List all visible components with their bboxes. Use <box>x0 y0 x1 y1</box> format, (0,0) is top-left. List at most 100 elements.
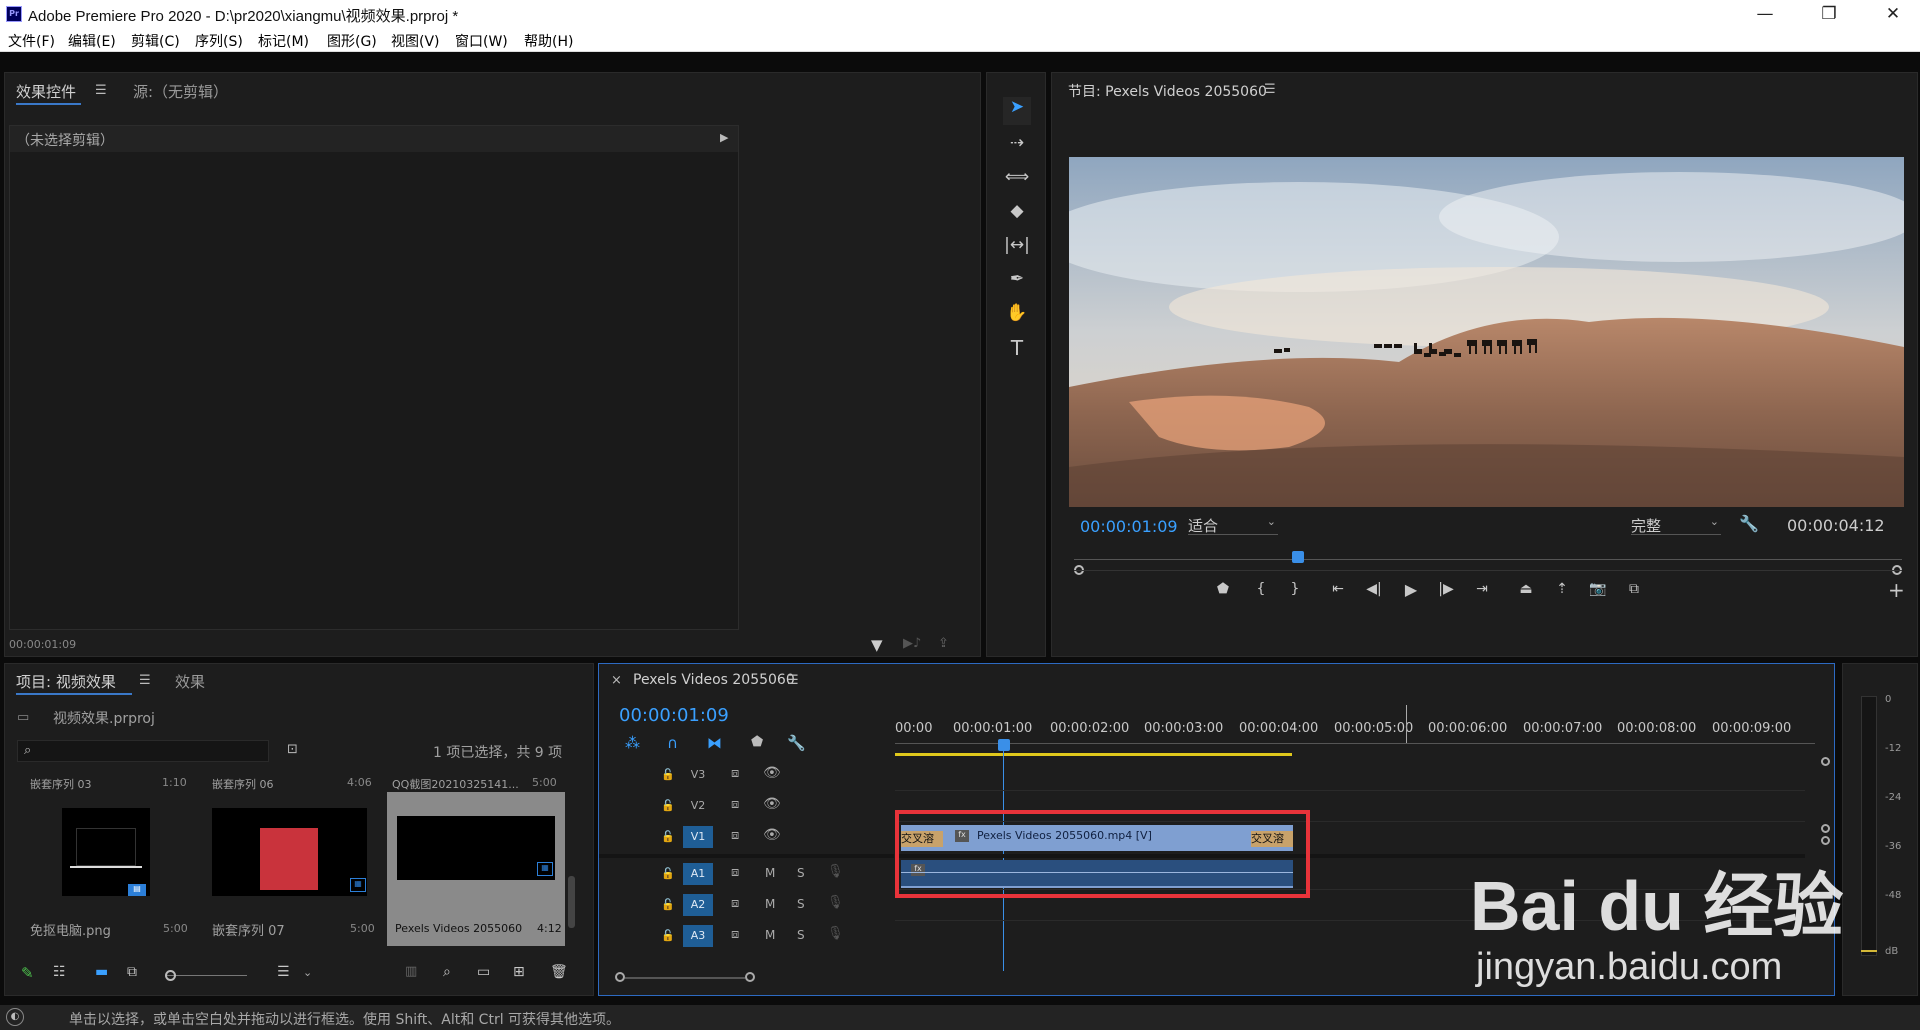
microphone-icon[interactable]: 🎙 <box>827 864 844 879</box>
track-target-label[interactable]: V2 <box>683 795 713 817</box>
solo-button[interactable]: S <box>797 928 805 942</box>
go-to-in-icon[interactable]: ⇤ <box>1326 581 1350 597</box>
v-scroll-handle-top[interactable] <box>1821 757 1830 766</box>
menu-sequence[interactable]: 序列(S) <box>195 31 243 51</box>
expand-triangle-icon[interactable]: ▶ <box>720 131 728 144</box>
microphone-icon[interactable]: 🎙 <box>827 926 844 941</box>
microphone-icon[interactable]: 🎙 <box>827 895 844 910</box>
sync-lock-icon[interactable]: ⧈ <box>731 797 739 812</box>
step-back-icon[interactable]: ◀| <box>1362 581 1386 597</box>
snap-magnet-icon[interactable]: ∩ <box>667 734 678 752</box>
add-marker-icon[interactable]: ⬟ <box>1212 581 1234 597</box>
slip-icon[interactable]: |↔| <box>1003 235 1031 255</box>
freeform-view-icon[interactable]: ⧉ <box>127 964 137 980</box>
eye-icon[interactable]: 👁 <box>763 765 781 781</box>
project-item-selected[interactable]: ▦ Pexels Videos 2055060 4:12 <box>387 792 565 946</box>
panel-menu-icon[interactable]: ☰ <box>95 83 107 98</box>
mute-button[interactable]: M <box>765 866 775 880</box>
add-marker-icon[interactable]: ⬟ <box>751 734 763 750</box>
mark-in-button[interactable]: { <box>1250 581 1272 597</box>
eye-icon[interactable]: 👁 <box>763 827 781 843</box>
sync-lock-icon[interactable]: ⧈ <box>731 896 739 911</box>
mute-button[interactable]: M <box>765 928 775 942</box>
lock-icon[interactable]: 🔓 <box>661 898 675 911</box>
track-target-label[interactable]: V3 <box>683 764 713 786</box>
sync-lock-icon[interactable]: ⧈ <box>731 766 739 781</box>
lock-icon[interactable]: 🔓 <box>661 867 675 880</box>
export-icon[interactable]: ⇪ <box>938 636 949 651</box>
video-audio-divider[interactable] <box>599 854 894 858</box>
project-item[interactable]: ▦ 嵌套序列 07 5:00 <box>202 796 382 946</box>
v-scroll-handle-mid[interactable] <box>1821 824 1830 833</box>
tab-effect-controls[interactable]: 效果控件 <box>16 81 76 102</box>
program-timecode[interactable]: 00:00:01:09 <box>1080 517 1178 536</box>
zoom-fit-select[interactable]: 适合 ⌄ <box>1188 515 1278 535</box>
lock-icon[interactable]: 🔓 <box>661 830 675 843</box>
sync-lock-icon[interactable]: ⧈ <box>731 865 739 880</box>
lock-icon[interactable]: 🔓 <box>661 768 675 781</box>
settings-wrench-icon[interactable]: 🔧 <box>1739 514 1759 533</box>
zoom-slider[interactable] <box>165 975 247 976</box>
menu-window[interactable]: 窗口(W) <box>455 31 508 51</box>
tab-effects[interactable]: 效果 <box>175 671 205 692</box>
project-search-input[interactable]: ⌕ <box>17 740 269 762</box>
track-target-label[interactable]: A3 <box>683 925 713 947</box>
pen-icon[interactable]: ✒ <box>1003 269 1031 289</box>
program-video-frame[interactable] <box>1069 157 1904 507</box>
project-menu-icon[interactable]: ☰ <box>139 673 151 688</box>
sync-lock-icon[interactable]: ⧈ <box>731 828 739 843</box>
track-target-label[interactable]: A2 <box>683 894 713 916</box>
minimize-button[interactable]: — <box>1742 0 1788 28</box>
automate-icon[interactable]: ▥ <box>405 964 417 979</box>
track-target-label[interactable]: A1 <box>683 863 713 885</box>
solo-button[interactable]: S <box>797 897 805 911</box>
track-select-icon[interactable]: ⇢ <box>1003 133 1031 153</box>
hand-icon[interactable]: ✋ <box>1003 303 1031 323</box>
program-menu-icon[interactable]: ☰ <box>1264 82 1276 97</box>
play-audio-icon[interactable]: ▶♪ <box>903 636 921 651</box>
timeline-ruler[interactable]: 00:00 00:00:01:00 00:00:02:00 00:00:03:0… <box>895 705 1815 749</box>
new-bin-icon[interactable]: ▭ <box>477 964 490 980</box>
chevron-down-icon[interactable]: ⌄ <box>303 966 312 979</box>
menu-marker[interactable]: 标记(M) <box>258 31 309 51</box>
project-scrollbar[interactable] <box>568 876 575 928</box>
selection-tool-icon[interactable]: ➤ <box>1003 97 1031 125</box>
find-icon[interactable]: ⌕ <box>443 964 451 980</box>
mute-button[interactable]: M <box>765 897 775 911</box>
lock-icon[interactable]: 🔓 <box>661 799 675 812</box>
pencil-icon[interactable]: ✎ <box>21 964 34 982</box>
eye-icon[interactable]: 👁 <box>763 796 781 812</box>
close-button[interactable]: ✕ <box>1870 0 1916 28</box>
zoom-bar-right-handle[interactable] <box>745 972 755 982</box>
extract-icon[interactable]: ⇡ <box>1550 581 1574 597</box>
timeline-zoom-bar[interactable] <box>615 972 765 984</box>
lock-icon[interactable]: 🔓 <box>661 929 675 942</box>
maximize-button[interactable]: ❐ <box>1806 0 1852 28</box>
add-button-icon[interactable]: + <box>1888 578 1905 602</box>
track-target-label[interactable]: V1 <box>683 826 713 848</box>
program-scrub-bar[interactable] <box>1074 551 1902 575</box>
type-tool-icon[interactable]: T <box>1003 336 1031 360</box>
ripple-edit-icon[interactable]: ⟺ <box>1003 167 1031 187</box>
timeline-sequence-tab[interactable]: Pexels Videos 2055060 <box>633 672 795 688</box>
compare-view-icon[interactable]: ⧉ <box>1622 581 1646 597</box>
tab-source[interactable]: 源:（无剪辑） <box>133 81 228 102</box>
linked-selection-icon[interactable]: ⧓ <box>707 734 722 752</box>
program-monitor-title[interactable]: 节目: Pexels Videos 2055060 <box>1068 81 1267 101</box>
mark-out-button[interactable]: } <box>1284 581 1306 597</box>
play-icon[interactable]: ▶ <box>1399 580 1423 599</box>
menu-graphics[interactable]: 图形(G) <box>327 31 377 51</box>
project-item[interactable]: ▤ 免抠电脑.png 5:00 <box>17 796 197 946</box>
menu-clip[interactable]: 剪辑(C) <box>131 31 180 51</box>
menu-view[interactable]: 视图(V) <box>391 31 440 51</box>
timeline-timecode[interactable]: 00:00:01:09 <box>619 705 729 726</box>
filter-icon[interactable]: ▼ <box>871 636 883 654</box>
new-bin-from-search-icon[interactable]: ⊡ <box>287 742 298 757</box>
sort-icon[interactable]: ☰ <box>277 964 290 980</box>
new-item-icon[interactable]: ⊞ <box>513 964 525 980</box>
list-view-icon[interactable]: ☷ <box>53 964 66 980</box>
work-area-bar[interactable] <box>895 753 1292 756</box>
nest-toggle-icon[interactable]: ⁂ <box>625 734 640 752</box>
quality-select[interactable]: 完整 ⌄ <box>1631 515 1721 535</box>
menu-edit[interactable]: 编辑(E) <box>68 31 116 51</box>
